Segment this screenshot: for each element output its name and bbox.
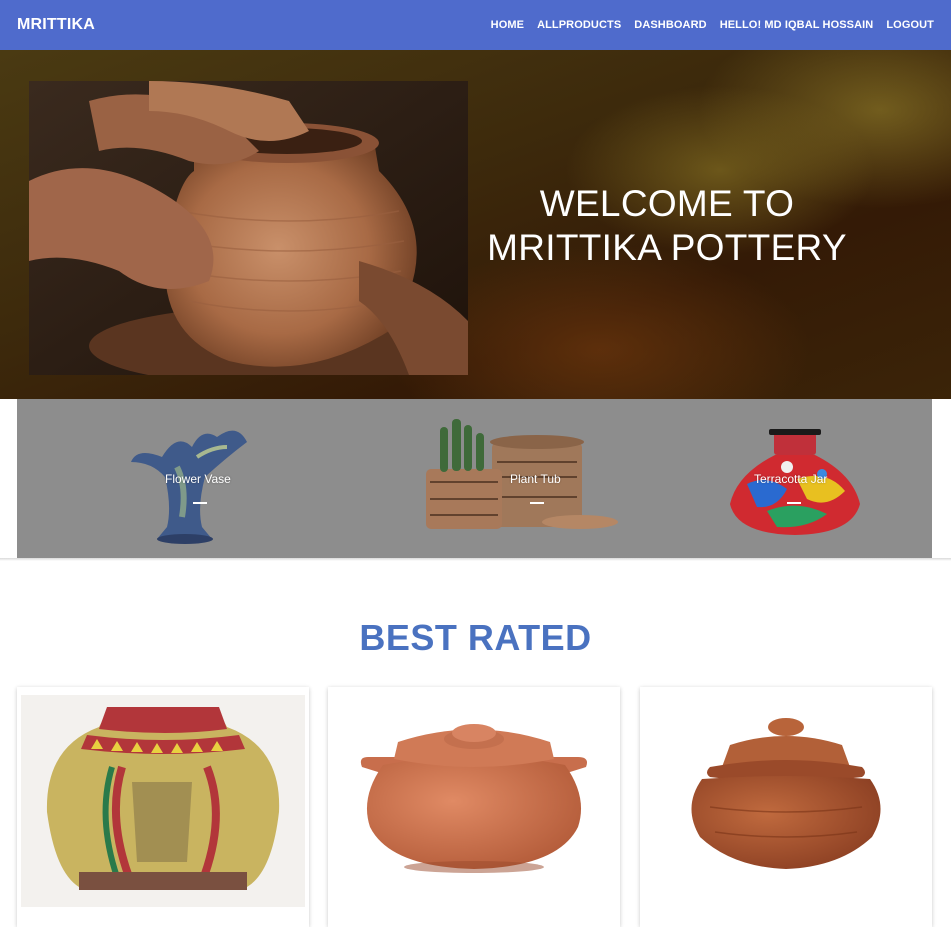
hero-title: WELCOME TO MRITTIKA POTTERY [468,182,866,270]
brand-logo[interactable]: MRITTIKA [17,16,95,34]
nav-allproducts-link[interactable]: ALLPRODUCTS [537,19,621,31]
category-underline [787,502,801,504]
strip-divider [0,558,951,561]
product-image [691,718,881,869]
nav-user-greeting[interactable]: HELLO! MD IQBAL HOSSAIN [720,19,874,31]
product-card[interactable] [640,687,932,927]
hero-title-line1: WELCOME TO [539,183,795,224]
category-flower-vase[interactable]: Flower Vase [107,399,277,558]
nav-dashboard-link[interactable]: DASHBOARD [634,19,706,31]
hero-title-line2: MRITTIKA POTTERY [487,227,847,268]
category-label: Terracotta Jar [754,472,828,486]
category-label: Flower Vase [165,472,231,486]
product-image [21,695,305,907]
hero-banner: WELCOME TO MRITTIKA POTTERY [0,50,951,399]
nav-links: HOME ALLPRODUCTS DASHBOARD HELLO! MD IQB… [478,19,934,31]
navbar: MRITTIKA HOME ALLPRODUCTS DASHBOARD HELL… [0,0,951,50]
category-terracotta-jar[interactable]: Terracotta Jar [727,399,867,558]
best-rated-title: BEST RATED [359,617,592,658]
product-card[interactable] [17,687,309,927]
category-strip: Flower Vase Plant Tub Terracotta Jar [17,399,932,558]
hero-pottery-image [29,81,468,375]
category-label: Plant Tub [510,472,561,486]
product-image [360,724,587,873]
nav-home-link[interactable]: HOME [491,19,524,31]
category-underline [530,502,544,504]
category-underline [193,502,207,504]
product-card[interactable] [328,687,620,927]
nav-logout-link[interactable]: LOGOUT [886,19,934,31]
category-plant-tub[interactable]: Plant Tub [422,399,622,558]
